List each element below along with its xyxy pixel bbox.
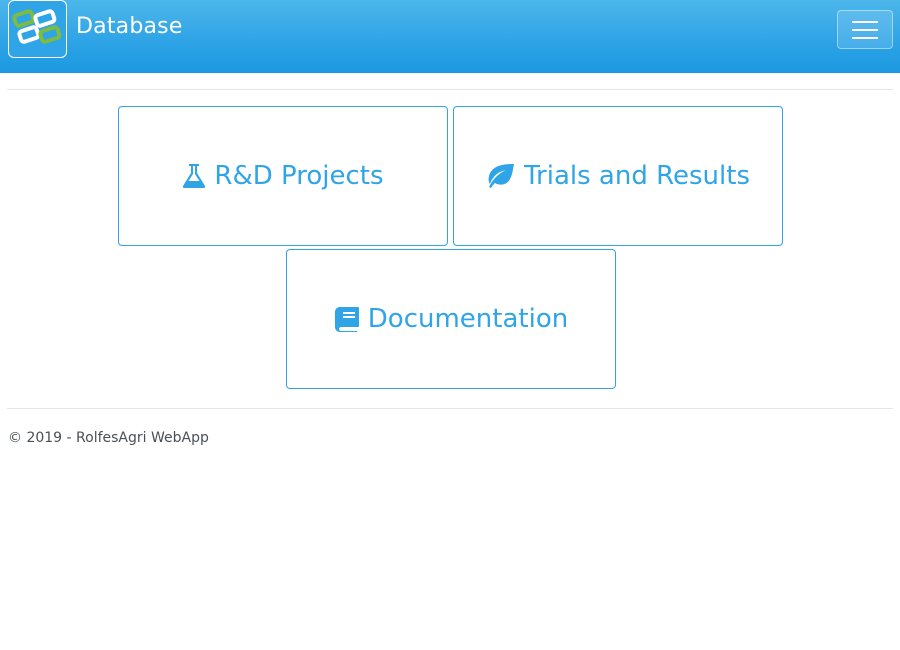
rd-projects-label: R&D Projects xyxy=(214,161,384,191)
brand-logo[interactable] xyxy=(8,0,67,58)
documentation-label: Documentation xyxy=(367,304,569,334)
hamburger-menu-icon xyxy=(852,21,878,39)
book-icon xyxy=(334,306,360,332)
documentation-card[interactable]: Documentation xyxy=(286,249,616,389)
leaf-icon xyxy=(486,163,516,189)
navbar-toggle-button[interactable] xyxy=(837,10,893,49)
rolfesagri-logo-icon xyxy=(12,9,62,44)
footer-copyright: © 2019 - RolfesAgri WebApp xyxy=(8,430,209,446)
top-divider xyxy=(7,89,893,90)
rd-projects-card[interactable]: R&D Projects xyxy=(118,106,448,246)
brand-title[interactable]: Database xyxy=(76,12,183,42)
flask-icon xyxy=(182,163,206,189)
footer-divider xyxy=(7,408,893,409)
trials-results-card[interactable]: Trials and Results xyxy=(453,106,783,246)
trials-results-label: Trials and Results xyxy=(523,161,750,191)
top-navbar: Database xyxy=(0,0,900,73)
